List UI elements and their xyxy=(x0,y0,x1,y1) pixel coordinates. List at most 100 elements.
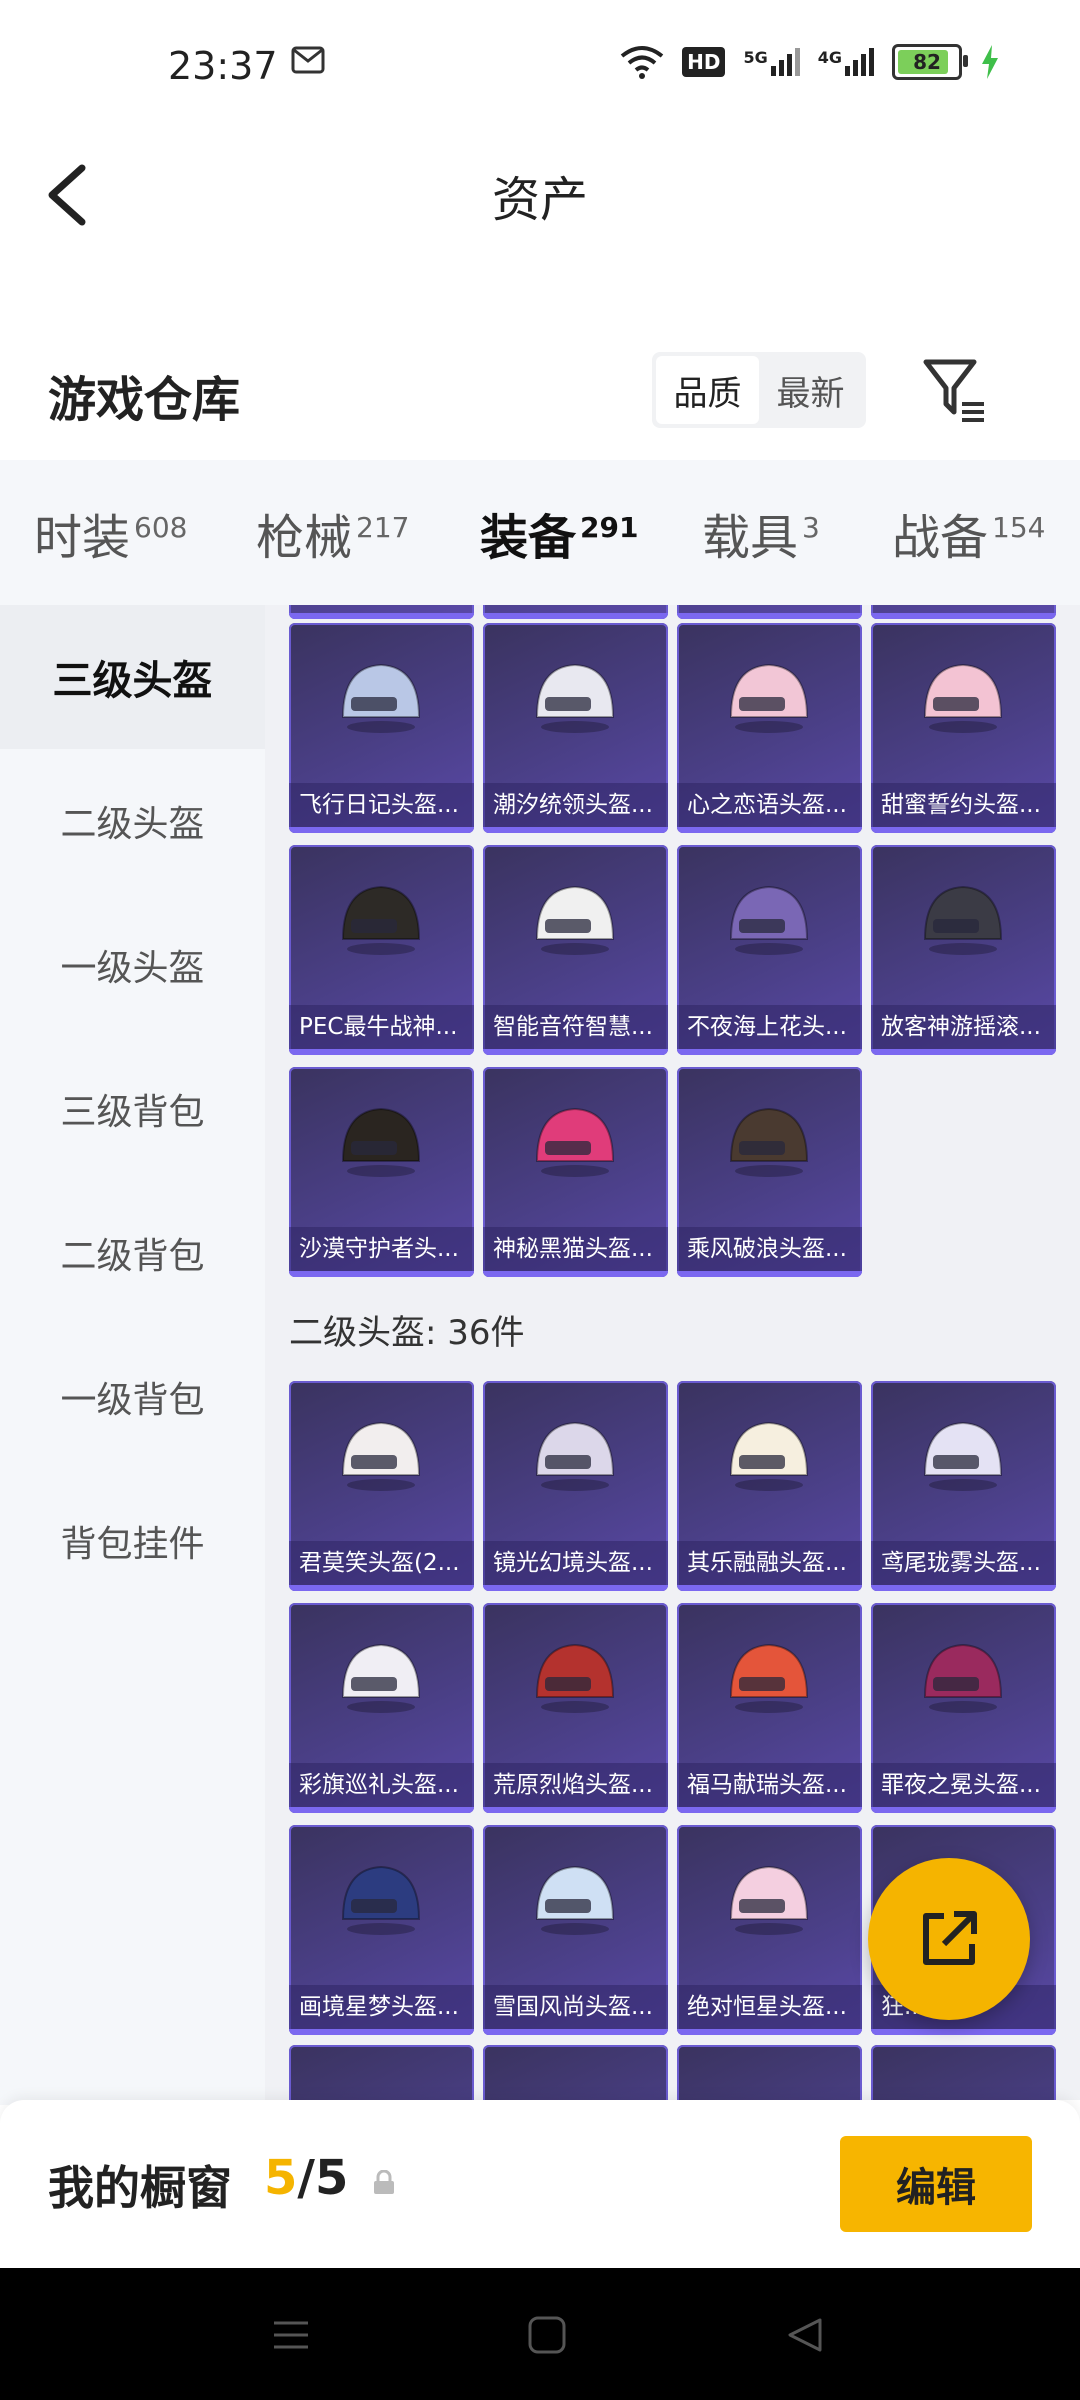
tab-label: 装备 xyxy=(480,510,577,566)
item-card[interactable]: 君莫笑头盔(2... xyxy=(289,1381,474,1591)
sidebar-item-level1-backpack[interactable]: 一级背包 xyxy=(0,1325,265,1469)
sidebar-item-backpack-charm[interactable]: 背包挂件 xyxy=(0,1469,265,1613)
item-name: 荒原烈焰头盔... xyxy=(483,1763,668,1807)
helmet-icon xyxy=(729,663,809,733)
tab-count: 3 xyxy=(802,511,820,544)
helmet-icon xyxy=(729,885,809,955)
filter-icon[interactable] xyxy=(920,354,990,426)
item-name: 沙漠守护者头... xyxy=(289,1227,474,1271)
battery-indicator: 82 xyxy=(892,44,968,80)
sidebar-item-level2-helmet[interactable]: 二级头盔 xyxy=(0,749,265,893)
item-card-partial[interactable] xyxy=(871,605,1056,619)
item-card-partial[interactable] xyxy=(871,2045,1056,2100)
item-card[interactable]: 乘风破浪头盔... xyxy=(677,1067,862,1277)
item-card[interactable]: 雪国风尚头盔... xyxy=(483,1825,668,2035)
sort-option-quality[interactable]: 品质 xyxy=(656,356,759,424)
helmet-icon xyxy=(341,663,421,733)
lock-icon xyxy=(374,2170,394,2194)
item-card[interactable]: 心之恋语头盔... xyxy=(677,623,862,833)
sidebar-item-level1-helmet[interactable]: 一级头盔 xyxy=(0,893,265,1037)
sidebar-item-level3-backpack[interactable]: 三级背包 xyxy=(0,1037,265,1181)
item-card[interactable]: PEC最牛战神... xyxy=(289,845,474,1055)
item-card[interactable]: 飞行日记头盔... xyxy=(289,623,474,833)
tab-weapons[interactable]: 枪械 217 xyxy=(256,498,409,568)
helmet-icon xyxy=(535,1643,615,1713)
tab-label: 时装 xyxy=(34,510,131,566)
showcase-separator: / xyxy=(297,2150,315,2206)
item-name: 绝对恒星头盔... xyxy=(677,1985,862,2029)
tab-gear[interactable]: 战备 154 xyxy=(892,498,1045,568)
helmet-icon xyxy=(341,1865,421,1935)
helmet-icon xyxy=(923,1421,1003,1491)
helmet-icon xyxy=(341,1107,421,1177)
item-card[interactable]: 福马献瑞头盔... xyxy=(677,1603,862,1813)
item-name: 甜蜜誓约头盔... xyxy=(871,783,1056,827)
item-card-partial[interactable] xyxy=(483,2045,668,2100)
item-name: 雪国风尚头盔... xyxy=(483,1985,668,2029)
item-name: PEC最牛战神... xyxy=(289,1005,474,1049)
home-nav-icon[interactable] xyxy=(526,2314,568,2356)
sidebar-item-level2-backpack[interactable]: 二级背包 xyxy=(0,1181,265,1325)
item-name: 鸢尾珑雾头盔... xyxy=(871,1541,1056,1585)
item-card[interactable]: 荒原烈焰头盔... xyxy=(483,1603,668,1813)
item-card[interactable]: 智能音符智慧... xyxy=(483,845,668,1055)
share-button[interactable] xyxy=(868,1858,1030,2020)
item-name: 心之恋语头盔... xyxy=(677,783,862,827)
item-card-partial[interactable] xyxy=(483,605,668,619)
helmet-icon xyxy=(535,1421,615,1491)
item-card[interactable]: 沙漠守护者头... xyxy=(289,1067,474,1277)
tab-fashion[interactable]: 时装 608 xyxy=(34,498,187,568)
system-nav-bar xyxy=(0,2268,1080,2400)
item-card[interactable]: 罪夜之冕头盔... xyxy=(871,1603,1056,1813)
warehouse-title: 游戏仓库 xyxy=(48,372,241,428)
charging-bolt-icon xyxy=(982,45,998,79)
item-card[interactable]: 不夜海上花头... xyxy=(677,845,862,1055)
item-name: 其乐融融头盔... xyxy=(677,1541,862,1585)
helmet-icon xyxy=(729,1421,809,1491)
tab-label: 载具 xyxy=(702,510,799,566)
helmet-icon xyxy=(923,1643,1003,1713)
helmet-icon xyxy=(341,1643,421,1713)
item-card-partial[interactable] xyxy=(289,605,474,619)
item-card[interactable]: 鸢尾珑雾头盔... xyxy=(871,1381,1056,1591)
helmet-icon xyxy=(535,885,615,955)
item-card[interactable]: 其乐融融头盔... xyxy=(677,1381,862,1591)
item-card[interactable]: 画境星梦头盔... xyxy=(289,1825,474,2035)
helmet-icon xyxy=(535,663,615,733)
sidebar-item-level3-helmet[interactable]: 三级头盔 xyxy=(0,605,265,749)
item-name: 罪夜之冕头盔... xyxy=(871,1763,1056,1807)
item-name: 不夜海上花头... xyxy=(677,1005,862,1049)
tab-equipment[interactable]: 装备 291 xyxy=(480,498,638,614)
item-name: 智能音符智慧... xyxy=(483,1005,668,1049)
helmet-icon xyxy=(341,1421,421,1491)
tab-vehicles[interactable]: 载具 3 xyxy=(702,498,820,568)
item-card[interactable]: 甜蜜誓约头盔... xyxy=(871,623,1056,833)
signal-4g-label: 4G xyxy=(817,48,842,67)
helmet-icon xyxy=(729,1643,809,1713)
item-card[interactable]: 彩旗巡礼头盔... xyxy=(289,1603,474,1813)
item-card[interactable]: 绝对恒星头盔... xyxy=(677,1825,862,2035)
status-bar: 23:37 HD 5G 4G 82 xyxy=(0,0,1080,130)
item-name: 画境星梦头盔... xyxy=(289,1985,474,2029)
signal-5g-label: 5G xyxy=(743,48,768,67)
tab-count: 608 xyxy=(134,511,188,544)
back-nav-icon[interactable] xyxy=(784,2314,826,2356)
helmet-icon xyxy=(729,1865,809,1935)
sort-option-latest[interactable]: 最新 xyxy=(759,356,862,424)
item-card[interactable]: 放客神游摇滚... xyxy=(871,845,1056,1055)
edit-button[interactable]: 编辑 xyxy=(840,2136,1032,2232)
item-card[interactable]: 潮汐统领头盔... xyxy=(483,623,668,833)
wifi-icon xyxy=(620,46,664,79)
item-card[interactable]: 神秘黑猫头盔... xyxy=(483,1067,668,1277)
showcase-count: 5/5 xyxy=(264,2150,348,2206)
item-card-partial[interactable] xyxy=(677,2045,862,2100)
warehouse-header: 游戏仓库 品质 最新 xyxy=(0,330,1080,460)
menu-nav-icon[interactable] xyxy=(270,2314,312,2356)
tab-label: 枪械 xyxy=(256,510,353,566)
signal-4g-icon: 4G xyxy=(818,48,874,76)
item-card-partial[interactable] xyxy=(289,2045,474,2100)
item-card[interactable]: 镜光幻境头盔... xyxy=(483,1381,668,1591)
item-name: 飞行日记头盔... xyxy=(289,783,474,827)
item-card-partial[interactable] xyxy=(677,605,862,619)
item-name: 神秘黑猫头盔... xyxy=(483,1227,668,1271)
